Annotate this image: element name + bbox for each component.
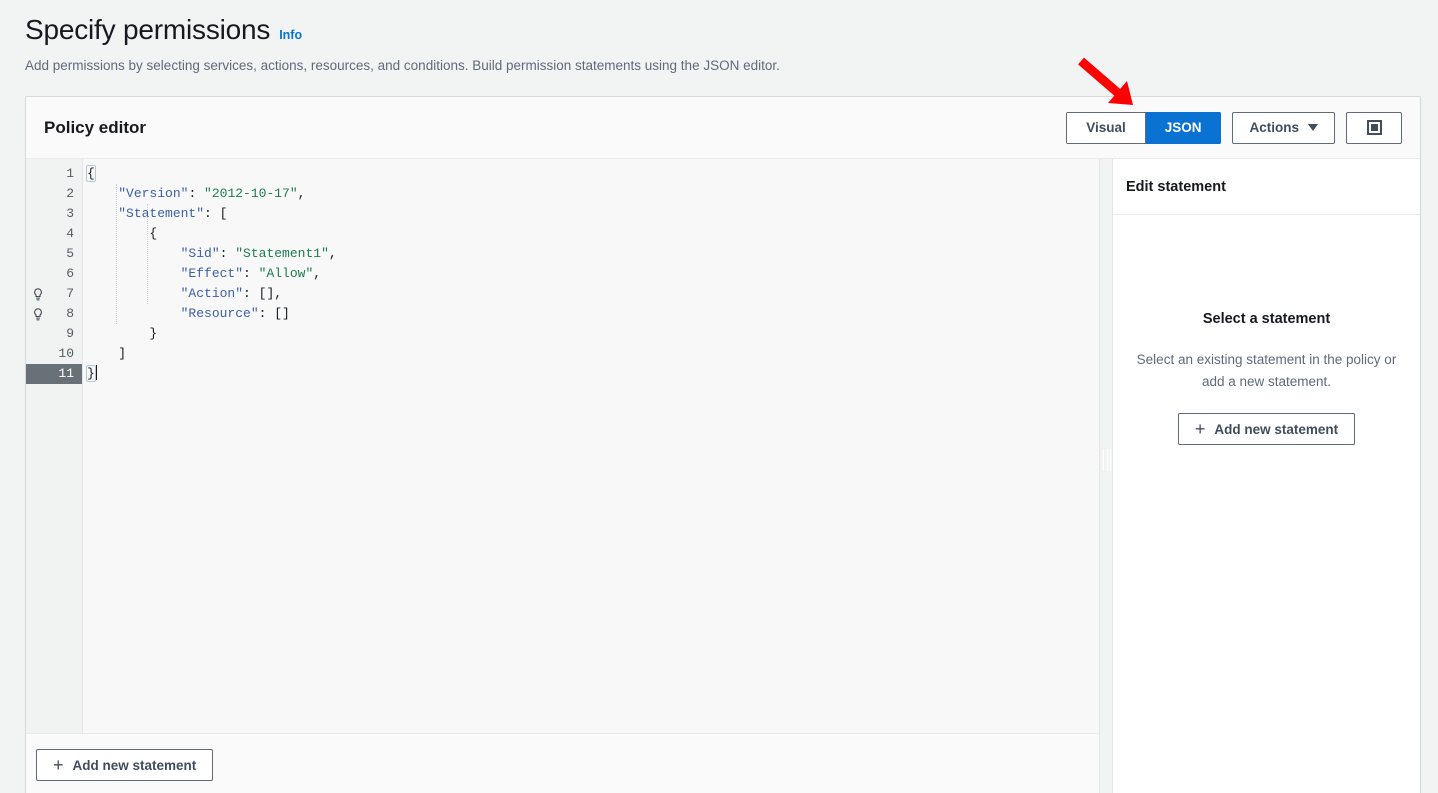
code-token: { <box>87 226 158 241</box>
code-token: "Action" <box>180 286 244 301</box>
code-token: ] <box>87 346 127 361</box>
code-token: "Statement" <box>118 206 205 221</box>
page-subtitle: Add permissions by selecting services, a… <box>25 58 780 73</box>
policy-editor-title: Policy editor <box>44 117 147 137</box>
lightbulb-hint-icon[interactable] <box>32 308 44 321</box>
gutter-line-10: 10 <box>58 346 74 361</box>
pane-splitter[interactable] <box>1099 159 1113 793</box>
lightbulb-hint-icon[interactable] <box>32 288 44 301</box>
editor-footer: + Add new statement <box>26 734 1099 793</box>
code-token: : <box>188 186 205 201</box>
code-token: "Sid" <box>180 246 220 261</box>
text-cursor <box>95 365 97 380</box>
code-line-5: "Sid": "Statement1", <box>87 244 1099 264</box>
code-line-8: "Resource": [] <box>87 304 1099 324</box>
policy-editor-body: 1▼ 2 3▼4▼ 5 6 78 9 10 11 { "Version": "2012-10-1… <box>26 159 1420 793</box>
code-line-7: "Action": [], <box>87 284 1099 304</box>
gutter-line-9: 9 <box>66 326 74 341</box>
gutter-line-8: 8 <box>26 304 82 324</box>
editor-mode-toggle: Visual JSON <box>1066 111 1222 144</box>
code-token: "Allow" <box>258 266 314 281</box>
gutter-line-11: 11 <box>26 364 82 384</box>
title-row: Specify permissions Info <box>25 12 1415 48</box>
policy-editor-header: Policy editor Visual JSON Actions <box>26 97 1420 159</box>
json-mode-button[interactable]: JSON <box>1145 111 1222 144</box>
gutter-line-7: 7 <box>26 284 82 304</box>
code-token: "2012-10-17" <box>204 186 298 201</box>
code-line-3: "Statement": [ <box>87 204 1099 224</box>
code-token: } <box>87 326 158 341</box>
policy-editor-card: Policy editor Visual JSON Actions 1 2 3 … <box>25 96 1421 793</box>
nested-square-icon <box>1366 120 1382 135</box>
edit-statement-panel: Edit statement Select a statement Select… <box>1113 159 1420 793</box>
gutter-line-2: 2 <box>66 186 74 201</box>
json-editor-area[interactable]: 1▼ 2 3▼4▼ 5 6 78 9 10 11 { "Version": "2012-10-1… <box>26 159 1099 734</box>
info-link[interactable]: Info <box>279 28 302 42</box>
code-line-9: } <box>87 324 1099 344</box>
code-token: : [ <box>204 206 228 221</box>
actions-button-label: Actions <box>1249 120 1299 135</box>
edit-statement-content: Select a statement Select an existing st… <box>1113 215 1420 793</box>
code-token: { <box>86 165 96 182</box>
splitter-grip-icon <box>1103 449 1111 471</box>
code-line-2: "Version": "2012-10-17", <box>87 184 1099 204</box>
editor-code-area[interactable]: { "Version": "2012-10-17", "Statement": … <box>83 159 1099 733</box>
code-token: "Statement1" <box>235 246 329 261</box>
gutter-line-6: 6 <box>66 266 74 281</box>
plus-icon: + <box>1194 419 1206 439</box>
code-token: } <box>86 365 96 382</box>
chevron-down-icon <box>1308 124 1318 131</box>
page-header: Specify permissions Info Add permissions… <box>25 12 1415 75</box>
empty-state-title: Select a statement <box>1202 311 1331 327</box>
code-token: "Effect" <box>180 266 244 281</box>
json-editor-pane: 1▼ 2 3▼4▼ 5 6 78 9 10 11 { "Version": "2012-10-1… <box>26 159 1099 793</box>
code-token: "Version" <box>118 186 189 201</box>
specify-permissions-page: Specify permissions Info Add permissions… <box>0 0 1438 793</box>
code-token: : [], <box>243 286 283 301</box>
code-line-11: } <box>86 364 1099 384</box>
expand-editor-button[interactable] <box>1346 111 1402 144</box>
editor-gutter: 1▼ 2 3▼4▼ 5 6 78 9 10 11 <box>26 159 90 733</box>
code-token: , <box>328 246 337 261</box>
gutter-line-3: 3▼ <box>26 204 90 224</box>
page-title: Specify permissions <box>25 14 271 45</box>
add-new-statement-footer-button[interactable]: + Add new statement <box>36 749 214 781</box>
plus-icon: + <box>53 755 64 775</box>
code-token: : <box>219 246 236 261</box>
visual-mode-button[interactable]: Visual <box>1066 111 1146 144</box>
edit-statement-header: Edit statement <box>1113 159 1420 215</box>
gutter-line-4: 4▼ <box>26 224 90 244</box>
code-token: : [] <box>258 306 290 321</box>
code-line-4: { <box>87 224 1099 244</box>
code-line-10: ] <box>87 344 1099 364</box>
empty-state-description: Select an existing statement in the poli… <box>1136 352 1397 389</box>
code-token: , <box>297 186 306 201</box>
gutter-line-5: 5 <box>66 246 74 261</box>
add-new-statement-footer-label: Add new statement <box>72 757 197 773</box>
code-line-6: "Effect": "Allow", <box>87 264 1099 284</box>
gutter-line-1: 1▼ <box>26 164 90 184</box>
policy-editor-toolbar: Visual JSON Actions <box>1066 111 1402 144</box>
edit-statement-title: Edit statement <box>1126 178 1226 195</box>
add-new-statement-panel-button[interactable]: + Add new statement <box>1177 413 1356 445</box>
code-line-1: { <box>86 164 1099 184</box>
code-token: "Resource" <box>180 306 259 321</box>
add-new-statement-panel-label: Add new statement <box>1214 421 1339 437</box>
actions-button[interactable]: Actions <box>1232 111 1335 144</box>
code-token: : <box>243 266 259 281</box>
code-token: , <box>313 266 322 281</box>
